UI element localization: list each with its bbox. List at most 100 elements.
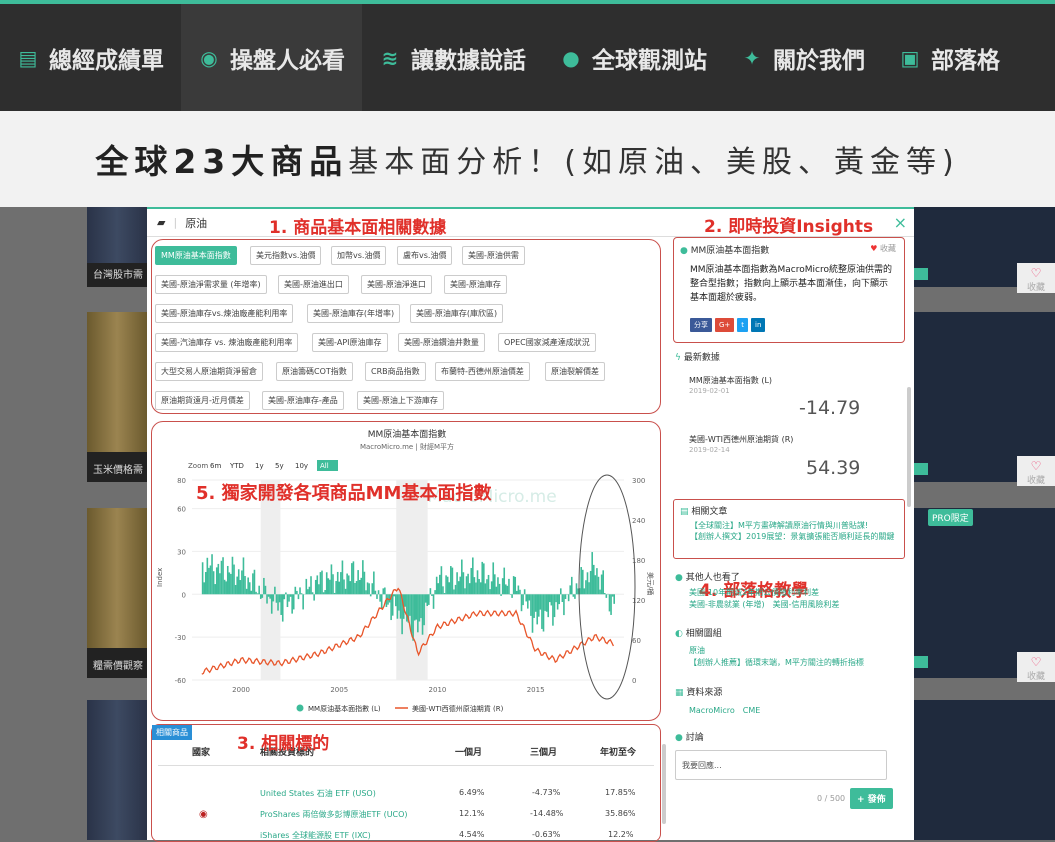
tag[interactable]: CRB商品指數	[365, 362, 426, 381]
table-row-name[interactable]: iShares 全球能源股 ETF (IXC)	[260, 830, 371, 841]
tag[interactable]: 美國-原油上下游庫存	[357, 391, 444, 410]
tag[interactable]: 加幣vs.油價	[331, 246, 386, 265]
zoom-option[interactable]: 6m	[210, 462, 221, 470]
tag[interactable]: 美國-API原油庫存	[312, 333, 388, 352]
group-link[interactable]: 原油	[689, 645, 705, 656]
others-link[interactable]: 美國-非農就業 (年增) 美國-信用風險利差	[689, 599, 840, 610]
index-bar	[290, 594, 292, 597]
bg-fav-button[interactable]: ♡收藏	[1017, 456, 1055, 486]
x-tick-label: 2015	[527, 686, 545, 694]
linkedin-share-button[interactable]: in	[751, 318, 765, 332]
breadcrumb[interactable]: 原油	[185, 215, 207, 231]
zoom-option[interactable]: YTD	[229, 462, 244, 470]
comment-input[interactable]: 我要回應...	[675, 750, 887, 780]
index-bar	[584, 588, 586, 594]
tag[interactable]: 美國-原油供需	[462, 246, 525, 265]
table-row-name[interactable]: United States 石油 ETF (USO)	[260, 788, 376, 799]
tag[interactable]: 美國-原油庫存(年增率)	[307, 304, 400, 323]
close-icon[interactable]: ×	[894, 213, 907, 232]
nav-item-global[interactable]: ●全球觀測站	[543, 4, 724, 111]
side-panel: ● MM原油基本面指數 ♥ 收藏 MM原油基本面指數為MacroMicro統整原…	[669, 237, 914, 842]
zoom-option[interactable]: 10y	[295, 462, 308, 470]
others-link[interactable]: 美國-10年期減2年期公債殖利率利差	[689, 587, 819, 598]
tag[interactable]: 美國-汽油庫存 vs. 煉油廠產能利用率	[155, 333, 298, 352]
index-bar	[428, 594, 430, 605]
tag[interactable]: 美國-原油庫存	[444, 275, 507, 294]
globe-icon: ●	[560, 46, 582, 70]
index-bar	[351, 563, 353, 594]
latest-name[interactable]: 美國-WTI西德州原油期貨 (R)	[689, 434, 793, 445]
index-bar	[238, 569, 240, 594]
tag[interactable]: 大型交易人原油期貨淨留倉	[155, 362, 263, 381]
table-row-name[interactable]: ProShares 兩倍做多彭博原油ETF (UCO)	[260, 809, 408, 820]
zoom-option[interactable]: 5y	[275, 462, 284, 470]
legend-1[interactable]: MM原油基本面指數 (L)	[308, 704, 381, 713]
nav-item-blog[interactable]: ▣部落格	[882, 4, 1017, 111]
article-link[interactable]: 【全球關注】M平方畫碑解讀原油行情與川普貼謀!	[690, 520, 868, 531]
twitter-share-button[interactable]: t	[737, 318, 748, 332]
x-tick-label: 2010	[429, 686, 447, 694]
zoom-option[interactable]: 1y	[255, 462, 264, 470]
zoom-buttons[interactable]: 6m YTD 1y 5y 10y All	[210, 460, 338, 471]
tag[interactable]: 美國-原油進出口	[278, 275, 349, 294]
col-3m[interactable]: 三個月	[530, 745, 557, 758]
col-1m[interactable]: 一個月	[455, 745, 482, 758]
group-link[interactable]: 【創辦人推薦】循環末端，M平方關注的轉折指標	[689, 657, 864, 668]
index-bar	[415, 594, 417, 619]
tag[interactable]: 原油期貨遠月-近月價差	[155, 391, 250, 410]
tag[interactable]: 原油籌碼COT指數	[276, 362, 353, 381]
tag[interactable]: 盧布vs.油價	[397, 246, 452, 265]
nav-item-data[interactable]: ≋讓數據說話	[362, 4, 543, 111]
index-bar	[367, 582, 369, 594]
col-ytd[interactable]: 年初至今	[600, 745, 636, 758]
zoom-option[interactable]: All	[320, 462, 329, 470]
right-tick-label: 300	[632, 477, 645, 485]
tag[interactable]: 原油裂解價差	[545, 362, 605, 381]
legend-2[interactable]: 美國-WTI西德州原油期貨 (R)	[412, 704, 504, 713]
index-bar	[298, 594, 300, 599]
chart-group-icon: ◐	[675, 629, 683, 639]
index-bar	[492, 562, 494, 594]
table-cell: -14.48%	[530, 809, 563, 818]
index-bar	[285, 592, 287, 594]
bg-fav-button[interactable]: ♡收藏	[1017, 263, 1055, 293]
page-banner: 全球23大商品 基本面分析！(如原油、美股、黃金等)	[0, 111, 1055, 207]
index-bar	[422, 594, 424, 634]
gplus-share-button[interactable]: G+	[715, 318, 734, 332]
tag[interactable]: 美國-原油淨進口	[361, 275, 432, 294]
tag[interactable]: 美國-原油庫存-產品	[262, 391, 344, 410]
facebook-share-button[interactable]: 分享	[690, 318, 712, 332]
index-bar	[307, 589, 309, 594]
tag[interactable]: 美國-原油淨需求量 (年增率)	[155, 275, 267, 294]
folder-icon: ▰	[157, 216, 165, 229]
tag[interactable]: MM原油基本面指數	[155, 246, 237, 265]
tag[interactable]: 美國-原油庫存vs.煉油廠產能利用率	[155, 304, 293, 323]
index-bar	[310, 576, 312, 594]
index-bar	[205, 572, 207, 594]
insight-fav-button[interactable]: ♥ 收藏	[870, 243, 896, 254]
index-bar	[384, 587, 386, 594]
index-bar	[430, 588, 432, 594]
tag[interactable]: OPEC國家減產達成狀況	[498, 333, 596, 352]
tag[interactable]: 美元指數vs.油價	[250, 246, 321, 265]
bg-fav-button[interactable]: ♡收藏	[1017, 652, 1055, 682]
source-links[interactable]: MacroMicro CME	[689, 705, 760, 716]
tag[interactable]: 布蘭特-西德州原油價差	[435, 362, 530, 381]
post-button[interactable]: + 發佈	[850, 788, 893, 809]
nav-item-about[interactable]: ✦關於我們	[724, 4, 882, 111]
index-bar	[497, 577, 499, 594]
database-icon: ≋	[379, 46, 401, 70]
left-scrollbar[interactable]	[662, 744, 666, 824]
index-bar	[433, 594, 435, 609]
index-bar	[532, 594, 534, 632]
index-bar	[496, 587, 498, 595]
index-bar	[519, 590, 521, 594]
tag[interactable]: 美國-原油庫存(庫欣區)	[410, 304, 503, 323]
tag[interactable]: 美國-原油鑽油井數量	[398, 333, 485, 352]
article-link[interactable]: 【創辦人撰文】2019展望：景氣擴張能否順利延長的關鍵	[690, 531, 902, 542]
side-scrollbar[interactable]	[907, 387, 911, 507]
nav-item-trader[interactable]: ◉操盤人必看	[181, 4, 362, 111]
nav-item-economy[interactable]: ▤總經成績單	[0, 4, 181, 111]
latest-name[interactable]: MM原油基本面指數 (L)	[689, 375, 772, 386]
others-title: 其他人也看了	[686, 573, 740, 583]
